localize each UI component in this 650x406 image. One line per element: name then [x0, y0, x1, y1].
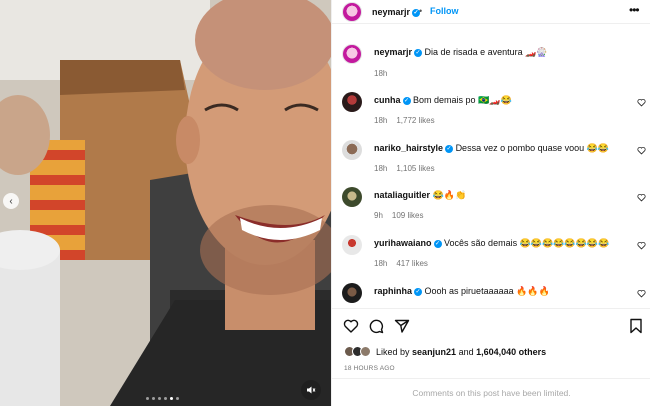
post-header: neymarjr ✓ • Follow •••	[332, 0, 650, 24]
comment: cunha ✓ Bom demais po 🇧🇷🏎️😂	[374, 95, 512, 106]
carousel-dot-active	[170, 397, 173, 400]
comment: raphinha ✓ Oooh as piruetaaaaaa 🔥🔥🔥	[374, 286, 550, 297]
comment-avatar[interactable]	[342, 140, 362, 160]
comment-avatar[interactable]	[342, 92, 362, 112]
carousel-dot	[152, 397, 155, 400]
comment-like-heart-icon[interactable]	[637, 241, 646, 250]
comment-username[interactable]: cunha	[374, 95, 401, 105]
verified-badge-icon: ✓	[414, 48, 423, 57]
author-avatar[interactable]	[342, 2, 362, 22]
comment-likes[interactable]: 109 likes	[392, 211, 424, 220]
caption-time[interactable]: 18h	[374, 69, 387, 78]
video-frame	[0, 0, 331, 406]
carousel-dot	[164, 397, 167, 400]
comment-like-heart-icon[interactable]	[637, 146, 646, 155]
like-heart-icon[interactable]	[343, 318, 359, 334]
comment-meta: 18h 1,105 likes	[374, 164, 444, 173]
caption: neymarjr ✓ Dia de risada e aventura 🏎️🎡	[374, 47, 548, 58]
comment-likes[interactable]: 1,772 likes	[396, 116, 434, 125]
likes-count[interactable]: 1,604,040 others	[476, 347, 546, 357]
comment-username[interactable]: raphinha	[374, 286, 412, 296]
more-options-icon[interactable]: •••	[629, 3, 640, 17]
comment-time[interactable]: 18h	[374, 259, 387, 268]
comment-username[interactable]: nariko_hairstyle	[374, 143, 443, 153]
caption-username[interactable]: neymarjr	[374, 47, 412, 57]
caption-text: Dia de risada e aventura 🏎️🎡	[424, 47, 548, 57]
comment: yurihawaiano ✓ Vocês são demais 😂😂😂😂😂😂😂😂	[374, 238, 609, 249]
post-side-panel: neymarjr ✓ • Follow ••• neymarjr ✓ Dia de …	[331, 0, 650, 406]
mute-button[interactable]	[301, 380, 321, 400]
comment-bubble-icon[interactable]	[368, 318, 384, 334]
save-bookmark-icon[interactable]	[629, 318, 643, 334]
comment-avatar[interactable]	[342, 283, 362, 303]
post-time-ago[interactable]: 18 HOURS AGO	[344, 365, 395, 372]
comment-like-heart-icon[interactable]	[637, 289, 646, 298]
caption-meta: 18h	[374, 69, 396, 78]
comment-avatar[interactable]	[342, 235, 362, 255]
comment-meta: 18h 1,772 likes	[374, 116, 444, 125]
carousel-previous-button[interactable]: ‹	[3, 193, 19, 209]
verified-badge-icon: ✓	[433, 239, 442, 248]
speaker-muted-icon	[307, 386, 316, 394]
comment-meta: 18h 417 likes	[374, 259, 437, 268]
comment-meta: 9h 109 likes	[374, 211, 432, 220]
liker-avatar[interactable]	[360, 346, 371, 357]
liked-by-text: Liked by seanjun21 and 1,604,040 others	[376, 347, 546, 357]
liked-and: and	[458, 346, 474, 357]
carousel-dots	[146, 397, 179, 400]
comment-text: Oooh as piruetaaaaaa 🔥🔥🔥	[424, 286, 550, 296]
author-username[interactable]: neymarjr ✓	[372, 7, 421, 17]
comment-likes[interactable]: 417 likes	[396, 259, 428, 268]
verified-badge-icon: ✓	[445, 144, 454, 153]
comment-like-heart-icon[interactable]	[637, 193, 646, 202]
comment-text: Bom demais po 🇧🇷🏎️😂	[413, 95, 512, 105]
share-paper-plane-icon[interactable]	[394, 318, 410, 334]
liked-by-user[interactable]: seanjun21	[412, 347, 456, 357]
liked-by-prefix: Liked by	[376, 346, 410, 357]
liked-by-row: Liked by seanjun21 and 1,604,040 others	[344, 346, 546, 357]
carousel-dot	[146, 397, 149, 400]
comment-text: 😂🔥👏	[432, 190, 467, 200]
comments-limited-notice: Comments on this post have been limited.	[332, 378, 650, 406]
comment-time[interactable]: 18h	[374, 164, 387, 173]
author-username-text[interactable]: neymarjr	[372, 7, 410, 17]
comment-username[interactable]: nataliaguitler	[374, 190, 430, 200]
carousel-dot	[158, 397, 161, 400]
comment-avatar[interactable]	[342, 187, 362, 207]
comment: nariko_hairstyle ✓ Dessa vez o pombo quas…	[374, 143, 609, 154]
header-separator: •	[419, 6, 423, 16]
comment: nataliaguitler 😂🔥👏	[374, 190, 466, 201]
post-action-bar: Liked by seanjun21 and 1,604,040 others …	[332, 308, 650, 378]
comment-like-heart-icon[interactable]	[637, 98, 646, 107]
verified-badge-icon: ✓	[414, 287, 423, 296]
comment-username[interactable]: yurihawaiano	[374, 238, 432, 248]
comment-text: Dessa vez o pombo quase voou 😂😂	[455, 143, 610, 153]
verified-badge-icon: ✓	[402, 96, 411, 105]
comment-likes[interactable]: 1,105 likes	[396, 164, 434, 173]
follow-button[interactable]: Follow	[430, 6, 459, 16]
comment-text: Vocês são demais 😂😂😂😂😂😂😂😂	[444, 238, 610, 248]
carousel-dot	[176, 397, 179, 400]
caption-author-avatar[interactable]	[342, 44, 362, 64]
comment-time[interactable]: 18h	[374, 116, 387, 125]
comment-time[interactable]: 9h	[374, 211, 383, 220]
post-media[interactable]: ‹	[0, 0, 331, 406]
